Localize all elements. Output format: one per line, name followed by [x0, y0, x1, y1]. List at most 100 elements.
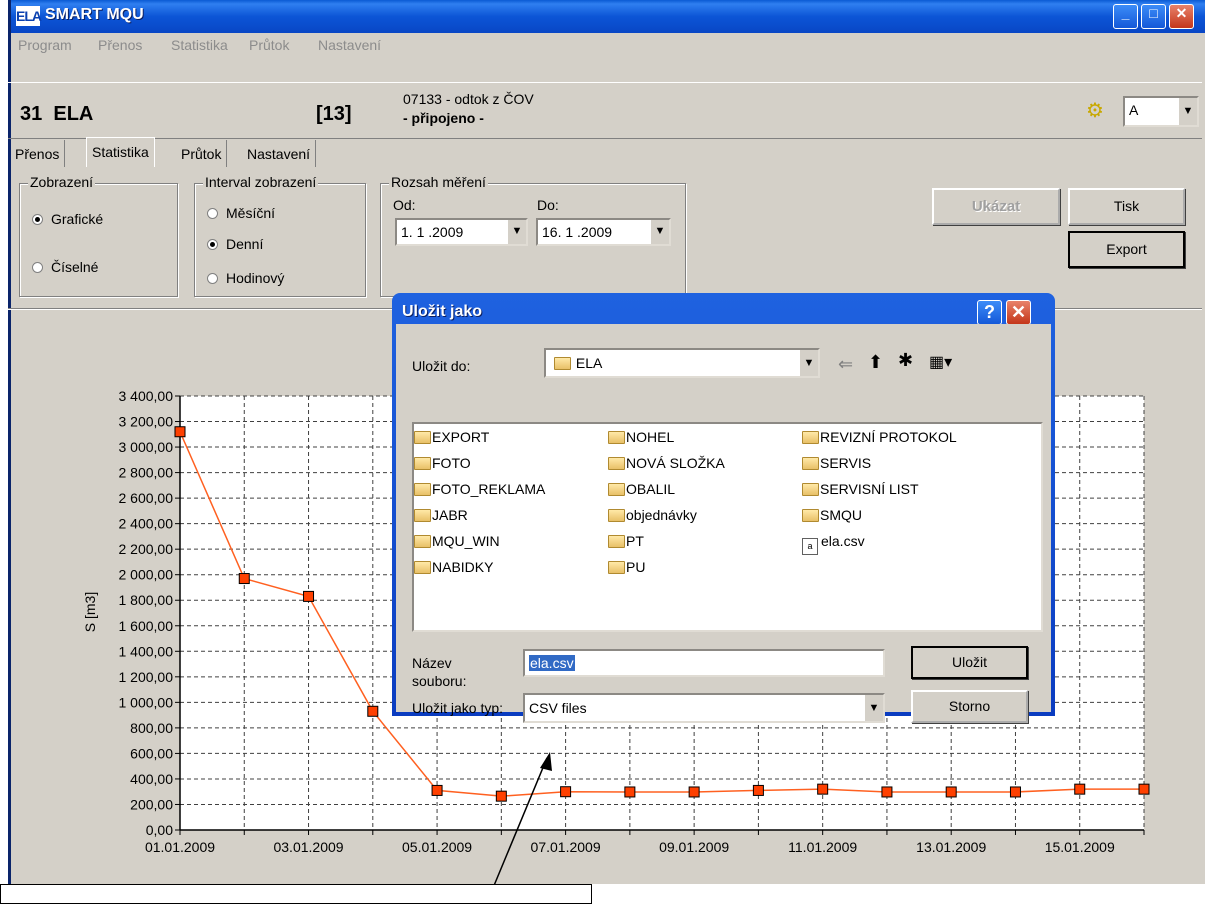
list-item[interactable]: PT	[608, 533, 644, 549]
to-date-select[interactable]: 16. 1 .2009 ▼	[536, 218, 671, 246]
gear-icon[interactable]: ⚙	[1086, 101, 1104, 121]
dialog-close-button[interactable]: ✕	[1006, 300, 1031, 325]
to-label: Do:	[537, 197, 559, 213]
show-button[interactable]: Ukázat	[932, 188, 1060, 225]
y-tick-label: 400,00	[130, 771, 173, 787]
folder-icon	[554, 357, 571, 370]
minimize-button[interactable]: _	[1113, 4, 1138, 29]
to-date-value: 16. 1 .2009	[542, 224, 613, 240]
channel-value: A	[1129, 102, 1139, 118]
tab-prenos[interactable]: Přenos	[10, 140, 66, 167]
maximize-button[interactable]: □	[1141, 4, 1166, 29]
tab-statistika[interactable]: Statistika	[86, 137, 155, 167]
list-item[interactable]: NOHEL	[608, 429, 674, 445]
cancel-button[interactable]: Storno	[911, 690, 1028, 723]
new-folder-icon[interactable]: ✱	[898, 350, 913, 371]
folder-icon	[802, 431, 819, 444]
filetype-select[interactable]: CSV files ▼	[523, 693, 885, 723]
x-tick-label: 15.01.2009	[1045, 839, 1115, 855]
x-tick-label: 03.01.2009	[273, 839, 343, 855]
display-group-title: Zobrazení	[28, 174, 96, 190]
channel-select[interactable]: A ▼	[1123, 96, 1199, 127]
list-item[interactable]: objednávky	[608, 507, 697, 523]
dialog-body: Uložit do: ELA ▼ ⇐ ⬆ ✱ ▦▾ EXPORT FOTO FO…	[396, 324, 1051, 723]
radio-hourly[interactable]: Hodinový	[207, 270, 284, 286]
list-item[interactable]: OBALIL	[608, 481, 675, 497]
data-point	[431, 784, 443, 796]
list-item[interactable]: FOTO_REKLAMA	[414, 481, 545, 497]
tab-nastaveni[interactable]: Nastavení	[242, 140, 317, 167]
y-tick-label: 2 400,00	[119, 516, 174, 532]
y-tick-label: 2 000,00	[119, 567, 174, 583]
list-item[interactable]: NABIDKY	[414, 559, 493, 575]
folder-icon	[414, 483, 431, 496]
x-tick-label: 09.01.2009	[659, 839, 729, 855]
app-logo-icon: ELA	[16, 6, 42, 26]
radio-label: Hodinový	[226, 270, 285, 286]
menu-program[interactable]: Program	[18, 37, 72, 53]
chevron-down-icon[interactable]: ▼	[1177, 98, 1197, 125]
back-icon[interactable]: ⇐	[838, 354, 853, 375]
device-status: - připojeno -	[403, 110, 484, 126]
folder-icon	[608, 483, 625, 496]
device-name: 31 ELA	[20, 103, 94, 125]
data-point	[881, 786, 893, 798]
print-button[interactable]: Tisk	[1068, 188, 1185, 225]
view-menu-icon[interactable]: ▦▾	[929, 352, 952, 372]
interval-group: Interval zobrazení Měsíční Denní Hodinov…	[194, 174, 366, 297]
x-tick-label: 05.01.2009	[402, 839, 472, 855]
list-item[interactable]: MQU_WIN	[414, 533, 500, 549]
divider	[8, 138, 1202, 139]
save-in-select[interactable]: ELA ▼	[544, 348, 820, 378]
radio-graphic[interactable]: Grafické	[32, 211, 103, 227]
y-tick-label: 2 600,00	[119, 490, 174, 506]
menu-statistika[interactable]: Statistika	[171, 37, 228, 53]
from-date-select[interactable]: 1. 1 .2009 ▼	[395, 218, 528, 246]
radio-daily[interactable]: Denní	[207, 236, 263, 252]
filename-input[interactable]: ela.csv	[523, 649, 885, 677]
list-item[interactable]: a ela.csv	[802, 533, 865, 555]
menu-bar: Program Přenos Statistika Průtok Nastave…	[11, 33, 1205, 57]
menu-nastaveni[interactable]: Nastavení	[318, 37, 381, 53]
folder-icon	[414, 431, 431, 444]
app-title: SMART MQU	[45, 6, 144, 23]
close-button[interactable]: ✕	[1169, 4, 1194, 29]
folder-icon	[414, 535, 431, 548]
file-list: EXPORT FOTO FOTO_REKLAMA JABR MQU_WIN NA…	[412, 422, 1043, 632]
list-item[interactable]: SERVIS	[802, 455, 871, 471]
help-button[interactable]: ?	[977, 300, 1002, 325]
y-tick-label: 1 200,00	[119, 669, 174, 685]
list-item[interactable]: PU	[608, 559, 645, 575]
list-item[interactable]: FOTO	[414, 455, 471, 471]
title-bar[interactable]: ELA SMART MQU _ □ ✕	[11, 0, 1205, 33]
chevron-down-icon[interactable]: ▼	[506, 220, 526, 244]
interval-group-title: Interval zobrazení	[203, 174, 319, 190]
filetype-value: CSV files	[529, 700, 587, 716]
list-item[interactable]: SERVISNÍ LIST	[802, 481, 919, 497]
save-button[interactable]: Uložit	[911, 646, 1028, 679]
radio-numeric[interactable]: Číselné	[32, 259, 98, 275]
chevron-down-icon[interactable]: ▼	[798, 350, 818, 376]
annotation-callout	[0, 884, 592, 904]
list-item[interactable]: REVIZNÍ PROTOKOL	[802, 429, 957, 445]
data-point	[1074, 783, 1086, 795]
folder-icon	[802, 483, 819, 496]
list-item[interactable]: JABR	[414, 507, 468, 523]
up-folder-icon[interactable]: ⬆	[868, 352, 883, 373]
chevron-down-icon[interactable]: ▼	[863, 695, 883, 721]
menu-prenos[interactable]: Přenos	[98, 37, 142, 53]
x-tick-label: 13.01.2009	[916, 839, 986, 855]
tab-prutok[interactable]: Průtok	[176, 140, 228, 167]
y-tick-label: 200,00	[130, 796, 173, 812]
menu-prutok[interactable]: Průtok	[249, 37, 289, 53]
list-item[interactable]: SMQU	[802, 507, 862, 523]
radio-label: Grafické	[51, 211, 104, 227]
list-item[interactable]: NOVÁ SLOŽKA	[608, 455, 725, 471]
display-group: Zobrazení Grafické Číselné	[19, 174, 178, 297]
device-description: 07133 - odtok z ČOV	[403, 91, 534, 107]
chevron-down-icon[interactable]: ▼	[649, 220, 669, 244]
radio-monthly[interactable]: Měsíční	[207, 205, 275, 221]
export-button[interactable]: Export	[1068, 231, 1185, 268]
divider	[8, 82, 1202, 83]
list-item[interactable]: EXPORT	[414, 429, 489, 445]
